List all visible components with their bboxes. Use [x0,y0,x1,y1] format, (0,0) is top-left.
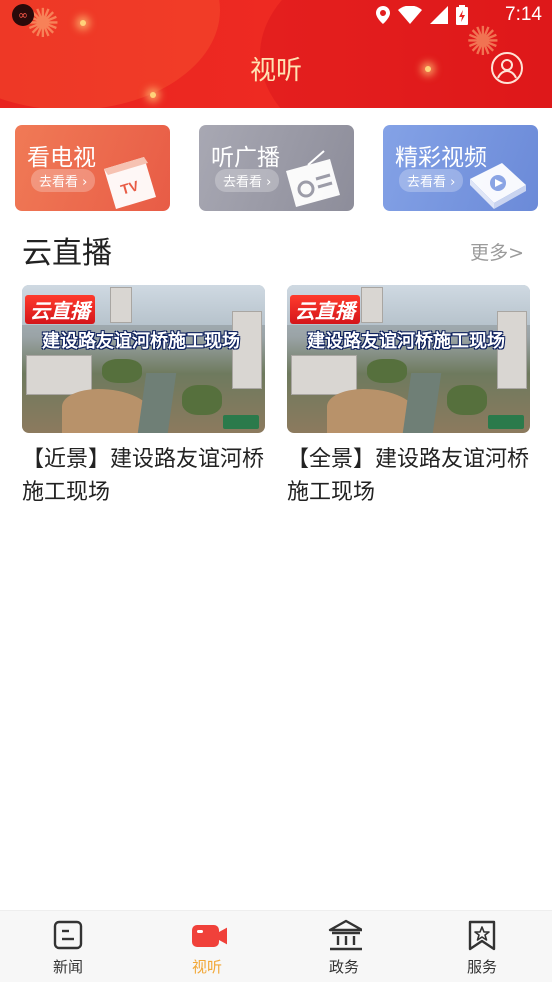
card-title: 听广播 [211,145,280,171]
card-title: 看电视 [27,145,96,171]
video-thumbnail[interactable]: 云直播 建设路友谊河桥施工现场 [22,285,265,433]
page: ✺ ✺ ∞ 7:14 视听 看电视 去看看 › TV 听广播 去看看 › 精彩视… [0,0,552,982]
news-icon [53,920,83,950]
watch-tv-card[interactable]: 看电视 去看看 › TV [15,125,170,211]
channel-logo [488,415,524,429]
nav-label: 视听 [191,958,222,976]
status-icons [376,5,468,25]
video-card[interactable]: 云直播 建设路友谊河桥施工现场 【近景】建设路友谊河桥施工现场 [22,285,265,509]
service-bookmark-icon [468,920,496,951]
thumbnail-trees [447,385,487,415]
user-profile-button[interactable] [491,52,523,84]
nav-tab-audio-video[interactable]: 视听 [157,911,257,982]
thumbnail-trees [102,359,142,383]
wifi-icon [398,6,422,24]
shortcut-cards: 看电视 去看看 › TV 听广播 去看看 › 精彩视频 去看看 › [15,125,538,211]
nav-tab-services[interactable]: 服务 [432,911,532,982]
signal-icon [430,6,448,24]
battery-icon [456,5,468,25]
thumbnail-river [137,373,177,433]
thumbnail-caption: 建设路友谊河桥施工现场 [307,331,505,352]
video-card[interactable]: 云直播 建设路友谊河桥施工现场 【全景】建设路友谊河桥施工现场 [287,285,530,509]
app-notification-icon: ∞ [12,4,34,26]
page-title: 视听 [249,56,302,86]
radio-icon [286,150,340,207]
video-camera-icon [192,925,227,947]
go-see-link[interactable]: 去看看 › [215,169,280,192]
bottom-navigation: 新闻 视听 政务 服务 [0,910,552,982]
go-see-link[interactable]: 去看看 › [399,169,464,192]
sparkle-icon [150,92,156,98]
channel-logo [223,415,259,429]
thumbnail-building [291,355,357,395]
video-title[interactable]: 【全景】建设路友谊河桥施工现场 [287,443,530,509]
live-tag: 云直播 [290,295,360,324]
live-tag: 云直播 [25,295,95,324]
more-link[interactable]: 更多> [470,238,524,265]
thumbnail-trees [367,359,407,383]
government-building-icon [328,919,362,951]
nav-tab-news[interactable]: 新闻 [18,911,118,982]
tv-icon: TV [104,157,156,209]
thumbnail-caption: 建设路友谊河桥施工现场 [42,331,240,352]
featured-video-card[interactable]: 精彩视频 去看看 › [383,125,538,211]
status-bar: ∞ 7:14 [0,0,552,30]
thumbnail-trees [182,385,222,415]
nav-tab-government[interactable]: 政务 [294,911,394,982]
play-video-icon [470,163,526,209]
thumbnail-building [110,287,132,323]
nav-label: 新闻 [52,958,83,976]
video-thumbnail[interactable]: 云直播 建设路友谊河桥施工现场 [287,285,530,433]
nav-label: 政务 [328,958,359,976]
app-header: ✺ ✺ ∞ 7:14 视听 [0,0,552,108]
video-title[interactable]: 【近景】建设路友谊河桥施工现场 [22,443,265,509]
listen-radio-card[interactable]: 听广播 去看看 › [199,125,354,211]
nav-label: 服务 [466,958,497,976]
thumbnail-building [26,355,92,395]
status-time: 7:14 [505,4,542,25]
thumbnail-building [361,287,383,323]
thumbnail-river [402,373,442,433]
user-icon [497,59,517,79]
section-title: 云直播 [22,236,112,271]
location-icon [376,6,390,24]
go-see-link[interactable]: 去看看 › [31,169,96,192]
